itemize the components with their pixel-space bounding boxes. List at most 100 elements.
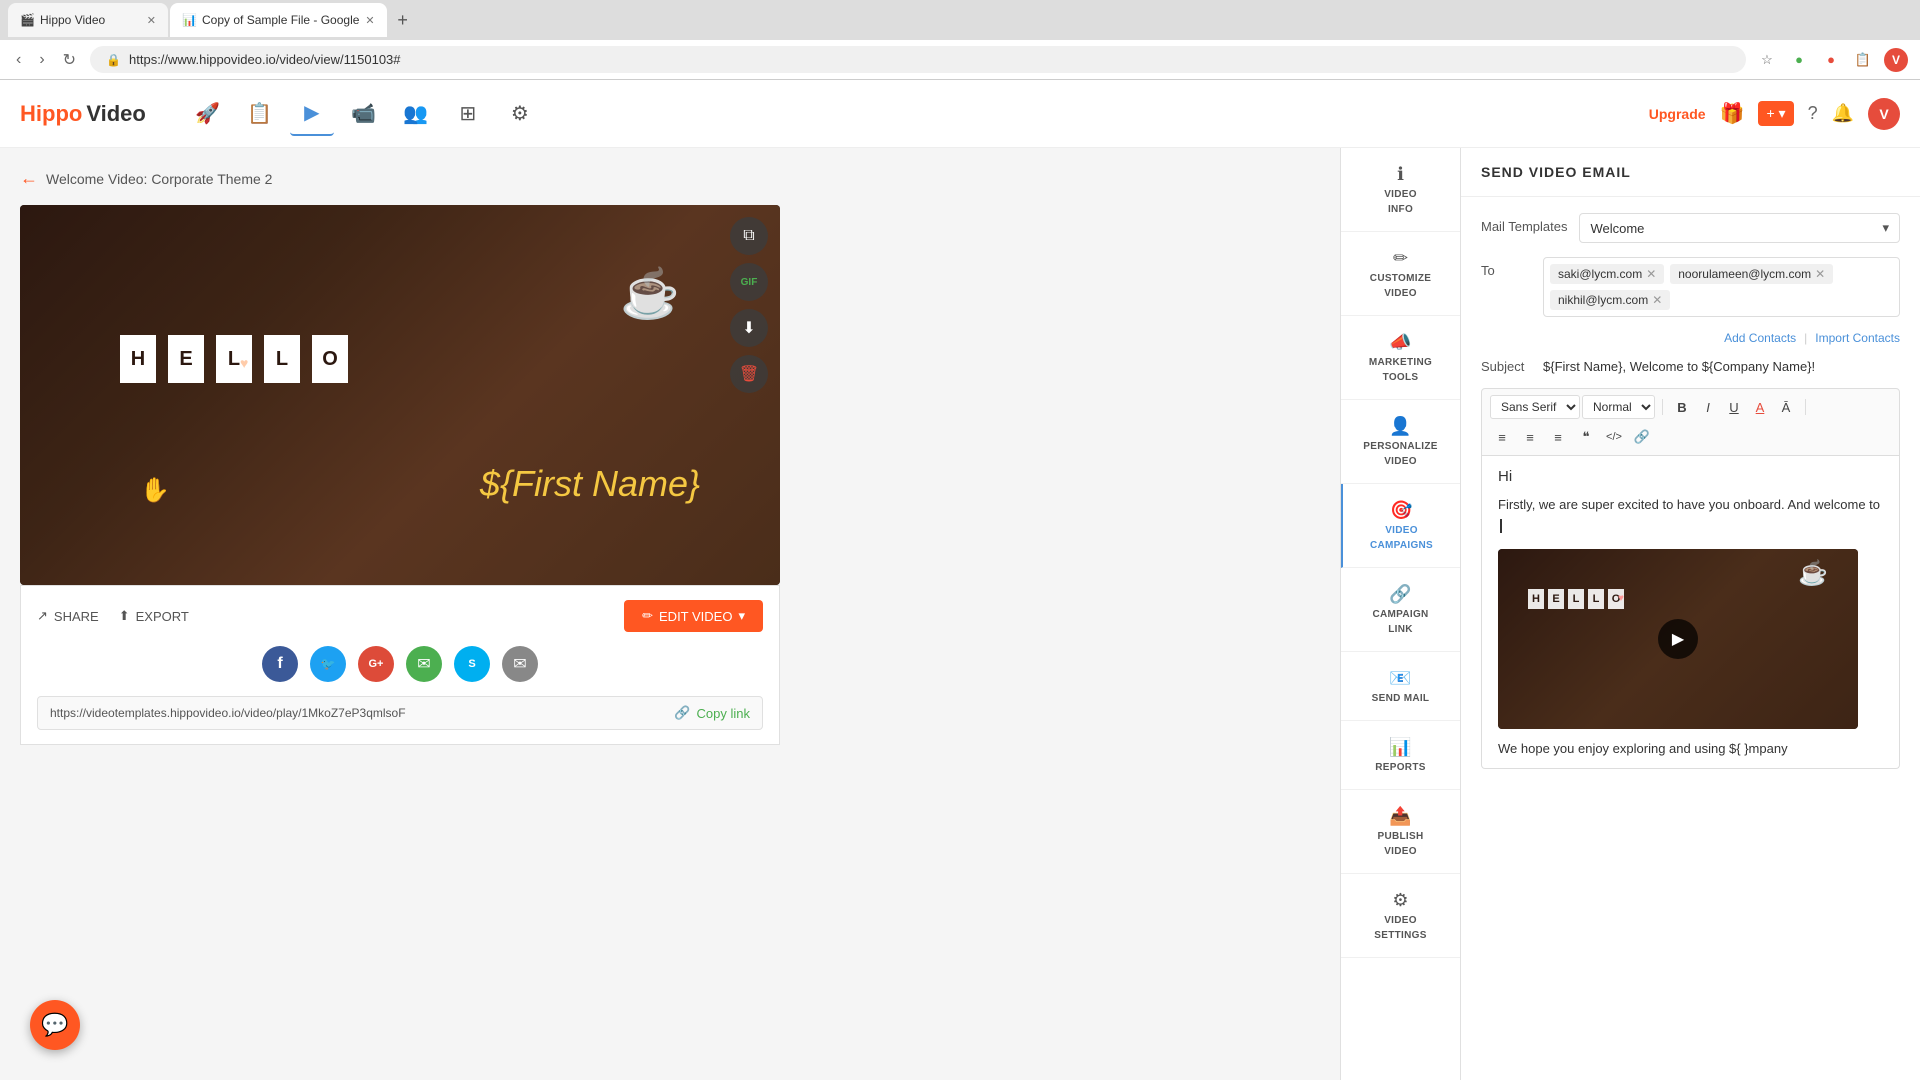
quote-button[interactable]: ❝ bbox=[1574, 425, 1598, 449]
gif-button[interactable]: GIF bbox=[730, 263, 768, 301]
gift-icon[interactable]: 🎁 bbox=[1720, 101, 1745, 126]
font-family-select[interactable]: Sans Serif bbox=[1490, 395, 1580, 419]
sidebar-personalize-video[interactable]: 👤 PERSONALIZE VIDEO bbox=[1341, 400, 1460, 484]
hello-text: H E L L O bbox=[120, 335, 348, 383]
chat-fab-button[interactable]: 💬 bbox=[30, 1000, 80, 1050]
email-editor[interactable]: Hi Firstly, we are super excited to have… bbox=[1481, 456, 1900, 769]
new-tab-button[interactable]: + bbox=[389, 6, 417, 34]
tab-favicon-hippovideo: 🎬 bbox=[20, 13, 34, 27]
chrome-user-avatar[interactable]: V bbox=[1884, 48, 1908, 72]
app-logo[interactable]: Hippo Video bbox=[20, 101, 146, 127]
create-button[interactable]: + ▾ bbox=[1758, 101, 1793, 126]
thumb-heart: ♥ bbox=[1618, 593, 1624, 604]
code-button[interactable]: </> bbox=[1602, 425, 1626, 449]
ordered-list-button[interactable]: ≡ bbox=[1490, 425, 1514, 449]
facebook-share-button[interactable]: f bbox=[262, 646, 298, 682]
play-button-overlay[interactable]: ▶ bbox=[1658, 619, 1698, 659]
url-box[interactable]: 🔒 https://www.hippovideo.io/video/view/1… bbox=[90, 46, 1746, 73]
sidebar-send-mail[interactable]: 📧 Send Mail bbox=[1341, 652, 1460, 721]
publish-icon: 📤 bbox=[1389, 806, 1411, 827]
skype-share-button[interactable]: S bbox=[454, 646, 490, 682]
align-button[interactable]: ≡ bbox=[1546, 425, 1570, 449]
unordered-list-button[interactable]: ≡ bbox=[1518, 425, 1542, 449]
tab-close-hippovideo[interactable]: ✕ bbox=[147, 14, 156, 27]
highlight-button[interactable]: Ā bbox=[1774, 395, 1798, 419]
nav-camera-btn[interactable]: 📹 bbox=[342, 92, 386, 136]
mail-templates-select[interactable]: Welcome ▾ bbox=[1579, 213, 1900, 243]
tab-close-google[interactable]: ✕ bbox=[365, 14, 374, 27]
subject-row: Subject ${First Name}, Welcome to ${Comp… bbox=[1481, 359, 1900, 374]
nav-rocket-btn[interactable]: 🚀 bbox=[186, 92, 230, 136]
googleplus-share-button[interactable]: G+ bbox=[358, 646, 394, 682]
font-size-select[interactable]: Normal bbox=[1582, 395, 1655, 419]
sidebar-video-info[interactable]: ℹ VIDEO INFO bbox=[1341, 148, 1460, 232]
embed-share-button[interactable]: ✉ bbox=[406, 646, 442, 682]
tab-google[interactable]: 📊 Copy of Sample File - Google ✕ bbox=[170, 3, 387, 37]
notifications-icon[interactable]: 🔔 bbox=[1832, 103, 1854, 124]
sidebar-video-settings[interactable]: ⚙ VIDEO SETTINGS bbox=[1341, 874, 1460, 958]
export-button[interactable]: ⬆ EXPORT bbox=[119, 608, 189, 624]
back-button[interactable]: ‹ bbox=[12, 47, 25, 73]
main-nav-icons: 🚀 📋 ▶ 📹 👥 ⊞ ⚙ bbox=[186, 92, 1649, 136]
add-contacts-button[interactable]: Add Contacts bbox=[1724, 331, 1796, 345]
recipient-remove-1[interactable]: ✕ bbox=[1815, 267, 1825, 281]
tab-bar: 🎬 Hippo Video ✕ 📊 Copy of Sample File - … bbox=[0, 0, 1920, 40]
recipient-tag-1: noorulameen@lycm.com ✕ bbox=[1670, 264, 1833, 284]
email-video-thumbnail[interactable]: H E L L O ♥ ☕ ▶ bbox=[1498, 549, 1858, 729]
sidebar-customize-video[interactable]: ✏ CUSTOMIZE VIDEO bbox=[1341, 232, 1460, 316]
nav-contacts-btn[interactable]: 📋 bbox=[238, 92, 282, 136]
twitter-share-button[interactable]: 🐦 bbox=[310, 646, 346, 682]
italic-button[interactable]: I bbox=[1696, 395, 1720, 419]
thumb-l1: L bbox=[1568, 589, 1584, 609]
sidebar-campaign-link[interactable]: 🔗 Campaign Link bbox=[1341, 568, 1460, 652]
recipient-remove-0[interactable]: ✕ bbox=[1646, 267, 1656, 281]
recipients-field[interactable]: saki@lycm.com ✕ noorulameen@lycm.com ✕ n… bbox=[1543, 257, 1900, 317]
mail-templates-label: Mail Templates bbox=[1481, 213, 1567, 234]
download-button[interactable]: ⬇ bbox=[730, 309, 768, 347]
delete-button[interactable]: 🗑 bbox=[730, 355, 768, 393]
chrome-ext-1[interactable]: ● bbox=[1788, 49, 1810, 71]
import-contacts-button[interactable]: Import Contacts bbox=[1815, 331, 1900, 345]
share-button[interactable]: ↗ SHARE bbox=[37, 608, 99, 624]
tab-hippovideo[interactable]: 🎬 Hippo Video ✕ bbox=[8, 3, 168, 37]
email-panel: SEND VIDEO EMAIL Mail Templates Welcome … bbox=[1460, 148, 1920, 1080]
address-bar: ‹ › ↻ 🔒 https://www.hippovideo.io/video/… bbox=[0, 40, 1920, 80]
nav-people-btn[interactable]: 👥 bbox=[394, 92, 438, 136]
underline-button[interactable]: U bbox=[1722, 395, 1746, 419]
edit-video-button[interactable]: ✏ EDIT VIDEO ▾ bbox=[624, 600, 763, 632]
user-avatar[interactable]: V bbox=[1868, 98, 1900, 130]
back-arrow-icon[interactable]: ← bbox=[20, 168, 38, 189]
nav-video-library-btn[interactable]: ▶ bbox=[290, 92, 334, 136]
nav-widgets-btn[interactable]: ⊞ bbox=[446, 92, 490, 136]
actions-separator: | bbox=[1804, 331, 1807, 345]
copy-link-button[interactable]: 🔗 Copy link bbox=[674, 705, 750, 721]
forward-button[interactable]: › bbox=[35, 47, 48, 73]
font-color-button[interactable]: A bbox=[1748, 395, 1772, 419]
sidebar-marketing-tools[interactable]: 📣 MARKETING TOOLS bbox=[1341, 316, 1460, 400]
upgrade-button[interactable]: Upgrade bbox=[1649, 106, 1706, 122]
copy-link-label: Copy link bbox=[697, 706, 750, 721]
recipient-remove-2[interactable]: ✕ bbox=[1652, 293, 1662, 307]
chat-icon: 💬 bbox=[41, 1012, 68, 1038]
to-field-row: To saki@lycm.com ✕ noorulameen@lycm.com … bbox=[1481, 257, 1900, 317]
toolbar-divider-1 bbox=[1662, 399, 1663, 415]
sidebar-publish-video[interactable]: 📤 PUBLISH VIDEO bbox=[1341, 790, 1460, 874]
chrome-ext-2[interactable]: ● bbox=[1820, 49, 1842, 71]
reload-button[interactable]: ↻ bbox=[59, 46, 80, 74]
nav-settings-btn[interactable]: ⚙ bbox=[498, 92, 542, 136]
recipient-tag-0: saki@lycm.com ✕ bbox=[1550, 264, 1664, 284]
sidebar-video-campaigns[interactable]: 🎯 VIDEO CAMPAIGNS bbox=[1341, 484, 1460, 568]
help-icon[interactable]: ? bbox=[1808, 103, 1818, 124]
logo-video: Video bbox=[86, 101, 146, 127]
link-button[interactable]: 🔗 bbox=[1630, 425, 1654, 449]
bold-button[interactable]: B bbox=[1670, 395, 1694, 419]
sidebar-reports[interactable]: 📊 Reports bbox=[1341, 721, 1460, 790]
chrome-ext-3[interactable]: 📋 bbox=[1852, 49, 1874, 71]
video-link-url: https://videotemplates.hippovideo.io/vid… bbox=[50, 706, 662, 720]
bookmark-icon[interactable]: ☆ bbox=[1756, 49, 1778, 71]
coffee-cup-image: ☕ bbox=[620, 265, 680, 322]
video-area: ← Welcome Video: Corporate Theme 2 H E L… bbox=[0, 148, 1340, 1080]
copy-video-button[interactable]: ⧉ bbox=[730, 217, 768, 255]
video-player[interactable]: H E L L O ♥ ☕ ✋ ${First Name} ⧉ bbox=[20, 205, 780, 585]
email-share-button[interactable]: ✉ bbox=[502, 646, 538, 682]
